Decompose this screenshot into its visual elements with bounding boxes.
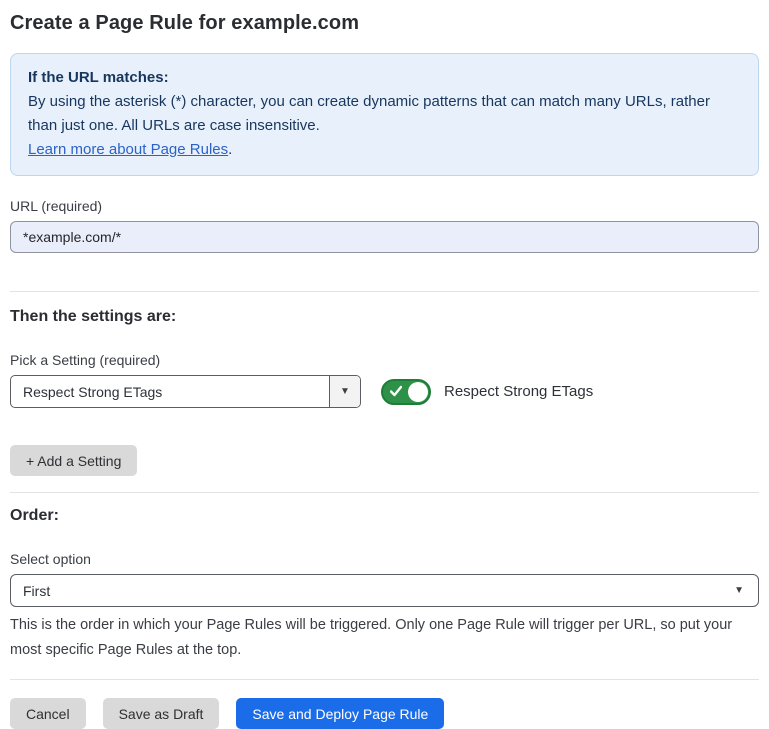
setting-dropdown-arrow-box[interactable]: ▼ bbox=[329, 376, 360, 407]
order-dropdown[interactable]: First ▼ bbox=[10, 574, 759, 607]
check-icon bbox=[390, 385, 402, 397]
info-box-link-line: Learn more about Page Rules. bbox=[28, 138, 741, 162]
save-as-draft-button[interactable]: Save as Draft bbox=[103, 698, 220, 729]
divider bbox=[10, 291, 759, 292]
chevron-down-icon: ▼ bbox=[340, 386, 350, 397]
add-setting-button[interactable]: + Add a Setting bbox=[10, 445, 137, 476]
url-field-label: URL (required) bbox=[10, 198, 759, 214]
toggle-knob[interactable] bbox=[408, 382, 428, 402]
url-match-info-box: If the URL matches: By using the asteris… bbox=[10, 53, 759, 176]
info-box-body: By using the asterisk (*) character, you… bbox=[28, 90, 741, 138]
save-and-deploy-button[interactable]: Save and Deploy Page Rule bbox=[236, 698, 444, 729]
toggle-group: Respect Strong ETags bbox=[381, 379, 593, 405]
setting-dropdown[interactable]: Respect Strong ETags ▼ bbox=[10, 375, 361, 408]
learn-more-link[interactable]: Learn more about Page Rules bbox=[28, 141, 228, 158]
chevron-down-icon: ▼ bbox=[734, 585, 744, 596]
divider bbox=[10, 492, 759, 493]
info-box-heading: If the URL matches: bbox=[28, 66, 741, 90]
url-input[interactable] bbox=[10, 221, 759, 253]
pick-setting-label: Pick a Setting (required) bbox=[10, 352, 759, 368]
order-dropdown-value: First bbox=[23, 583, 50, 599]
form-actions: Cancel Save as Draft Save and Deploy Pag… bbox=[10, 698, 759, 729]
order-section-heading: Order: bbox=[10, 507, 759, 525]
setting-dropdown-value: Respect Strong ETags bbox=[11, 376, 329, 407]
toggle-label: Respect Strong ETags bbox=[444, 383, 593, 400]
link-suffix: . bbox=[228, 141, 232, 158]
divider bbox=[10, 679, 759, 680]
settings-section-heading: Then the settings are: bbox=[10, 308, 759, 326]
order-help-text: This is the order in which your Page Rul… bbox=[10, 613, 759, 663]
cancel-button[interactable]: Cancel bbox=[10, 698, 86, 729]
respect-strong-etags-toggle[interactable] bbox=[381, 379, 431, 405]
create-page-rule-form: Create a Page Rule for example.com If th… bbox=[0, 0, 769, 729]
order-select-label: Select option bbox=[10, 551, 759, 567]
setting-row: Respect Strong ETags ▼ Respect Strong ET… bbox=[10, 375, 759, 408]
page-title: Create a Page Rule for example.com bbox=[10, 12, 759, 35]
